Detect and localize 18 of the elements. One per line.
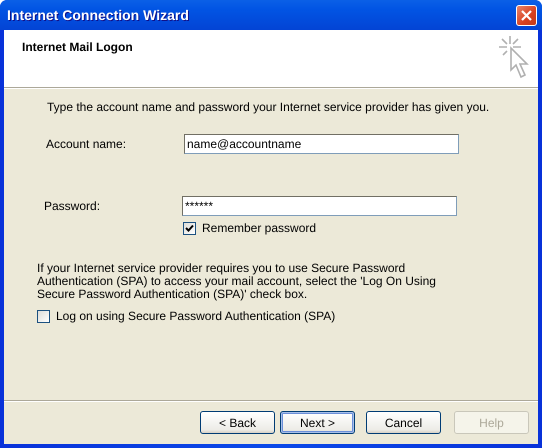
field-label: Password: <box>44 199 102 213</box>
password-field[interactable]: ****** <box>182 196 457 216</box>
checkbox-label: Log on using Secure Password Authentication (SPA) <box>56 309 336 323</box>
wizard-button[interactable]: Cancel <box>366 411 441 434</box>
checkbox[interactable] <box>37 310 50 322</box>
instruction-text: Type the account name and password your Internet service provider has given you. <box>47 100 490 114</box>
spa-note-text: If your Internet service provider requires you to use Secure Password Authentication (SPA) to access your mail account, select the 'Log On Using Secure Password Authentication (SPA)' check box. <box>37 262 437 301</box>
wizard-button[interactable]: < Back <box>200 411 275 434</box>
page-title: Internet Mail Logon <box>21 39 133 56</box>
account-name-field[interactable]: name@accountname <box>184 134 459 154</box>
close-button[interactable] <box>516 4 537 26</box>
checkbox[interactable] <box>183 222 196 234</box>
close-icon <box>520 8 533 22</box>
field-label: Account name: <box>46 137 128 151</box>
cursor-sparkle-icon <box>498 35 532 81</box>
window-title: Internet Connection Wizard <box>7 7 189 23</box>
wizard-button[interactable]: Next > <box>280 411 355 434</box>
checkbox-label: Remember password <box>202 221 316 235</box>
